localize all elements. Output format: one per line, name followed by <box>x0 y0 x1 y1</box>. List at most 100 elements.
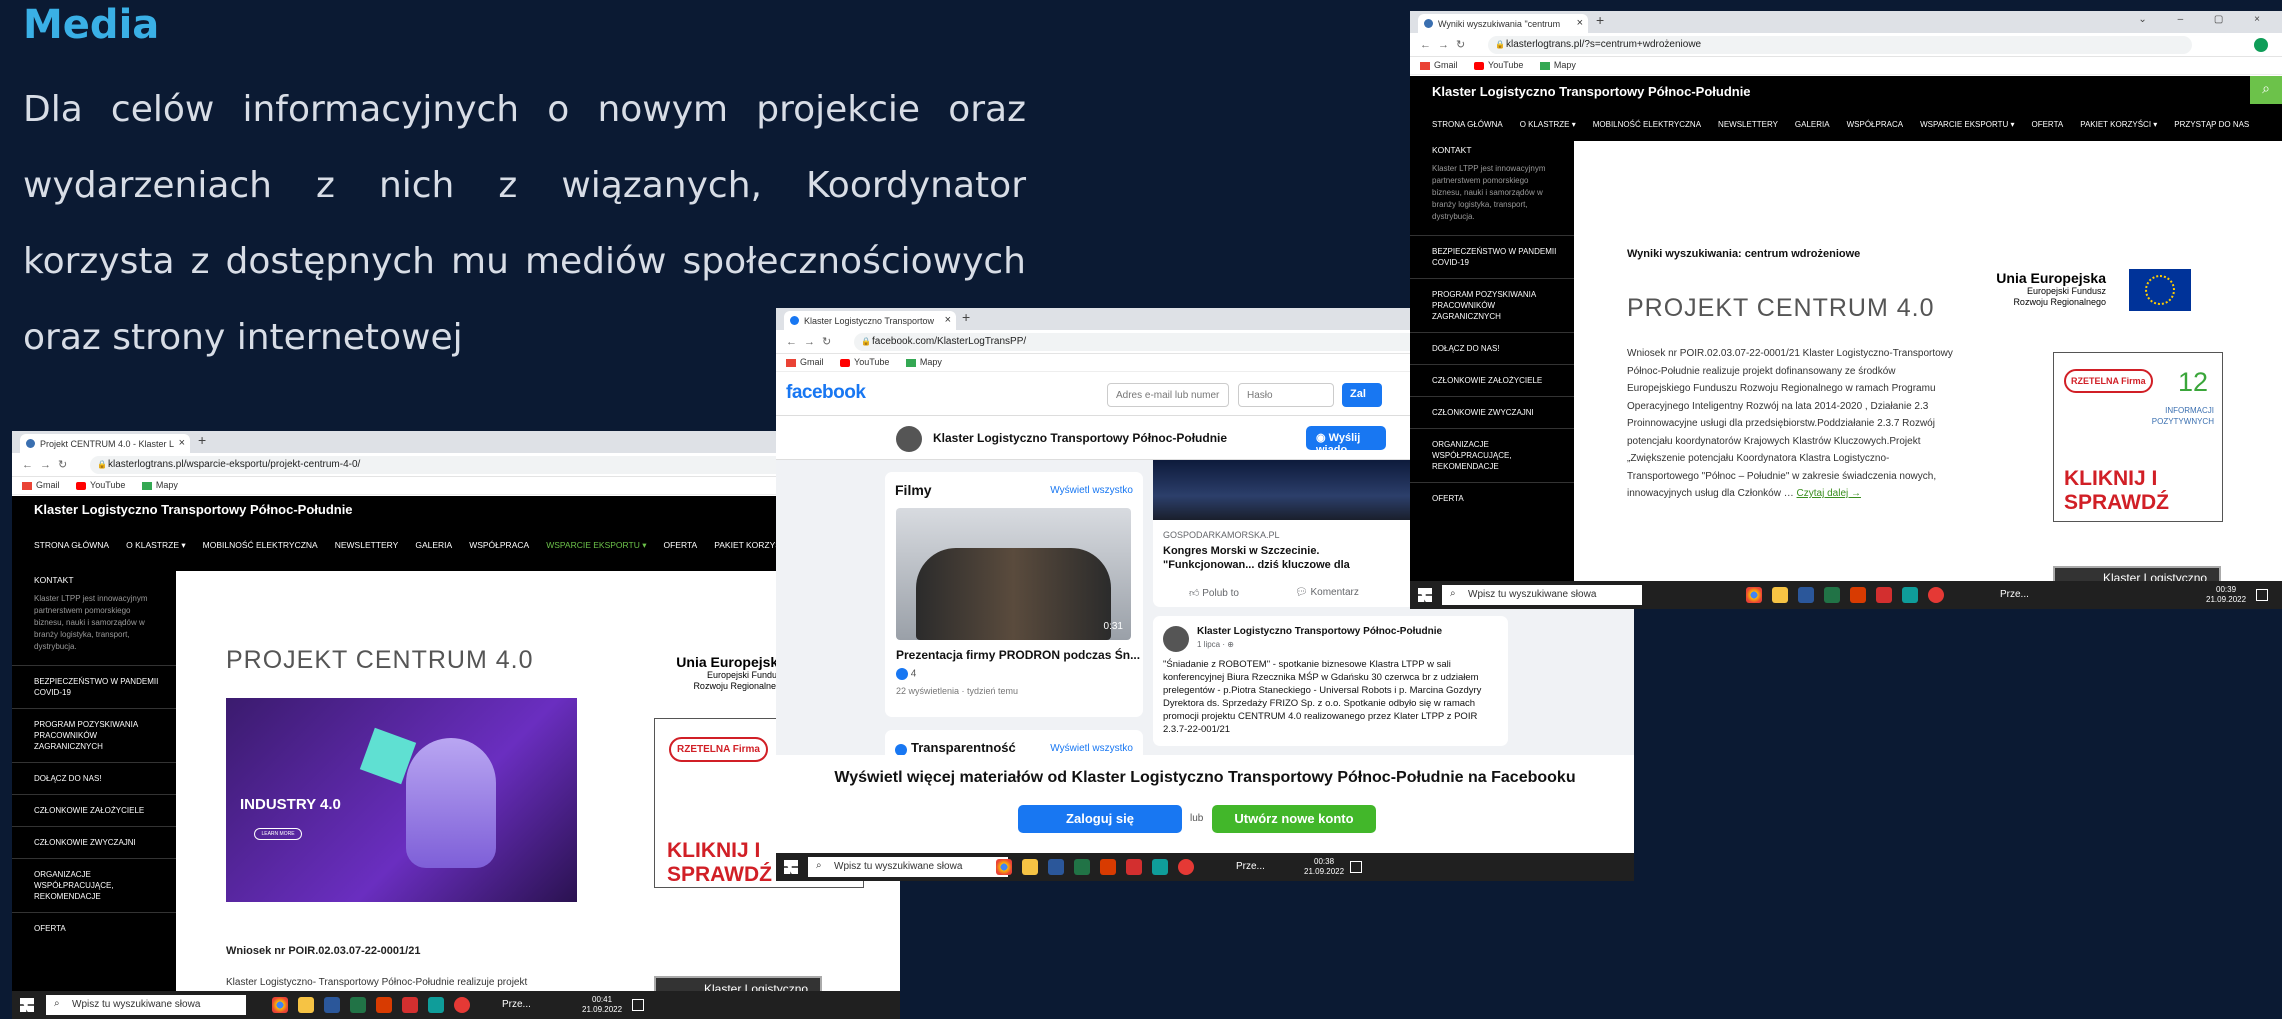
bookmark-maps[interactable]: Mapy <box>1539 60 1576 70</box>
sidebar-item[interactable]: CZŁONKOWIE ZAŁOŻYCIELE <box>1410 364 1574 396</box>
teams-icon[interactable] <box>1100 859 1116 875</box>
bookmark-youtube[interactable]: YouTube <box>1474 60 1523 70</box>
sidebar-item[interactable]: OFERTA <box>12 912 176 944</box>
close-icon[interactable]: × <box>1577 17 1583 29</box>
word-icon[interactable] <box>324 997 340 1013</box>
bookmark-youtube[interactable]: YouTube <box>840 357 889 367</box>
show-all-link[interactable]: Wyświetl wszystko <box>1050 743 1133 754</box>
read-more-link[interactable]: Czytaj dalej → <box>1797 488 1861 499</box>
new-tab-icon[interactable]: + <box>962 309 970 325</box>
login-button[interactable]: Zaloguj się <box>1018 805 1182 833</box>
excel-icon[interactable] <box>1074 859 1090 875</box>
sidebar-item[interactable]: CZŁONKOWIE ZAŁOŻYCIELE <box>12 794 176 826</box>
menu-item[interactable]: MOBILNOŚĆ ELEKTRYCZNA <box>1593 120 1701 129</box>
create-account-button[interactable]: Utwórz nowe konto <box>1212 805 1376 833</box>
show-all-link[interactable]: Wyświetl wszystko <box>1050 485 1133 496</box>
menu-item[interactable]: NEWSLETTERY <box>1718 120 1778 129</box>
chrome-icon[interactable] <box>996 859 1012 875</box>
menu-item[interactable]: GALERIA <box>1795 120 1830 129</box>
taskbar-clock[interactable]: 00:41 21.09.2022 <box>582 995 622 1015</box>
password-field[interactable]: Hasło <box>1238 383 1334 407</box>
email-field[interactable]: Adres e-mail lub numer <box>1107 383 1229 407</box>
pdf-icon[interactable] <box>1876 587 1892 603</box>
close-icon[interactable]: × <box>945 314 951 326</box>
search-icon[interactable]: ⌕ <box>2250 76 2282 104</box>
taskbar-search[interactable]: ⌕ Wpisz tu wyszukiwane słowa <box>1442 585 1642 605</box>
menu-item[interactable]: WSPÓŁPRACA <box>1847 120 1903 129</box>
sidebar-item[interactable]: CZŁONKOWIE ZWYCZAJNI <box>1410 396 1574 428</box>
close-icon[interactable]: × <box>179 437 185 449</box>
notification-icon[interactable] <box>1350 861 1362 873</box>
send-message-button[interactable]: ◉ Wyślij wiado <box>1306 426 1386 456</box>
like-button[interactable]: 👍︎ Polub to <box>1189 587 1239 599</box>
learn-more-button[interactable]: LEARN MORE <box>254 828 302 840</box>
login-button[interactable]: Zal <box>1342 383 1382 407</box>
excel-icon[interactable] <box>1824 587 1840 603</box>
taskbar-search[interactable]: ⌕ Wpisz tu wyszukiwane słowa <box>808 857 1008 877</box>
rzetelna-firma-badge[interactable]: RZETELNA Firma 12 INFORMACJI POZYTYWNYCH… <box>2053 352 2223 522</box>
opera-icon[interactable] <box>454 997 470 1013</box>
menu-item-active[interactable]: WSPARCIE EKSPORTU ▾ <box>546 540 646 550</box>
sidebar-item[interactable]: BEZPIECZEŃSTWO W PANDEMII COVID-19 <box>1410 235 1574 278</box>
video-title[interactable]: Prezentacja firmy PRODRON podczas Śn... <box>896 648 1140 662</box>
bookmark-gmail[interactable]: Gmail <box>22 480 60 490</box>
new-tab-icon[interactable]: + <box>1596 12 1604 28</box>
page-heading[interactable]: PROJEKT CENTRUM 4.0 <box>1627 294 1934 323</box>
taskbar-clock[interactable]: 00:38 21.09.2022 <box>1304 857 1344 877</box>
post-date[interactable]: 1 lipca · ⊕ <box>1197 640 1234 649</box>
avatar[interactable] <box>1163 626 1189 652</box>
excel-icon[interactable] <box>350 997 366 1013</box>
post-author[interactable]: Klaster Logistyczno Transportowy Północ-… <box>1197 626 1442 637</box>
menu-item[interactable]: WSPÓŁPRACA <box>469 540 529 550</box>
event-photo[interactable] <box>1153 460 1415 520</box>
windows-start-icon[interactable] <box>1418 588 1432 602</box>
new-tab-icon[interactable]: + <box>198 432 206 448</box>
link-title[interactable]: Kongres Morski w Szczecinie. "Funkcjonow… <box>1163 544 1413 572</box>
weather-label[interactable]: Prze... <box>502 999 531 1010</box>
menu-item[interactable]: PAKIET KORZYŚCI ▾ <box>2080 120 2157 129</box>
menu-item[interactable]: O KLASTRZE ▾ <box>126 540 186 550</box>
pdf-icon[interactable] <box>1126 859 1142 875</box>
notification-icon[interactable] <box>632 999 644 1011</box>
menu-item[interactable]: WSPARCIE EKSPORTU ▾ <box>1920 120 2014 129</box>
site-name[interactable]: Klaster Logistyczno Transportowy Północ-… <box>34 502 353 517</box>
nav-arrows-icon[interactable]: ←→↻ <box>22 458 74 471</box>
weather-label[interactable]: Prze... <box>1236 861 1265 872</box>
chrome-icon[interactable] <box>1746 587 1762 603</box>
explorer-icon[interactable] <box>298 997 314 1013</box>
sidebar-item[interactable]: DOŁĄCZ DO NAS! <box>1410 332 1574 364</box>
browser-tab[interactable]: Projekt CENTRUM 4.0 - Klaster L × <box>20 434 190 453</box>
url-field[interactable]: 🔒 klasterlogtrans.pl/wsparcie-eksportu/pr… <box>90 456 840 474</box>
menu-item[interactable]: OFERTA <box>664 540 698 550</box>
edge-icon[interactable] <box>1152 859 1168 875</box>
chrome-icon[interactable] <box>272 997 288 1013</box>
url-field[interactable]: 🔒 klasterlogtrans.pl/?s=centrum+wdrożenio… <box>1488 36 2192 54</box>
avatar[interactable] <box>896 426 922 452</box>
teams-icon[interactable] <box>1850 587 1866 603</box>
pdf-icon[interactable] <box>402 997 418 1013</box>
taskbar-clock[interactable]: 00:39 21.09.2022 <box>2206 585 2246 605</box>
opera-icon[interactable] <box>1178 859 1194 875</box>
opera-icon[interactable] <box>1928 587 1944 603</box>
menu-item[interactable]: NEWSLETTERY <box>335 540 399 550</box>
sidebar-item[interactable]: BEZPIECZEŃSTWO W PANDEMII COVID-19 <box>12 665 176 708</box>
video-thumbnail[interactable]: 0:31 <box>896 508 1131 640</box>
menu-item[interactable]: OFERTA <box>2031 120 2063 129</box>
menu-item-kontakt[interactable]: KONTAKT <box>1432 145 1596 155</box>
browser-tab[interactable]: Klaster Logistyczno Transportow × <box>784 311 956 330</box>
notification-icon[interactable] <box>2256 589 2268 601</box>
word-icon[interactable] <box>1048 859 1064 875</box>
explorer-icon[interactable] <box>1022 859 1038 875</box>
menu-item[interactable]: O KLASTRZE ▾ <box>1520 120 1576 129</box>
sidebar-item[interactable]: OFERTA <box>1410 482 1574 514</box>
bookmark-gmail[interactable]: Gmail <box>786 357 824 367</box>
bookmark-maps[interactable]: Mapy <box>905 357 942 367</box>
window-controls-icon[interactable]: ⌄ – ▢ × <box>2138 14 2274 25</box>
menu-item[interactable]: PRZYSTĄP DO NAS <box>2174 120 2249 129</box>
comment-button[interactable]: 💬︎ Komentarz <box>1295 587 1359 598</box>
sidebar-item[interactable]: PROGRAM POZYSKIWANIA PRACOWNIKÓW ZAGRANI… <box>12 708 176 762</box>
bookmark-maps[interactable]: Mapy <box>141 480 178 490</box>
facebook-logo[interactable]: facebook <box>786 382 866 404</box>
site-name[interactable]: Klaster Logistyczno Transportowy Północ-… <box>1432 84 1751 99</box>
menu-item[interactable]: STRONA GŁÓWNA <box>34 540 109 550</box>
